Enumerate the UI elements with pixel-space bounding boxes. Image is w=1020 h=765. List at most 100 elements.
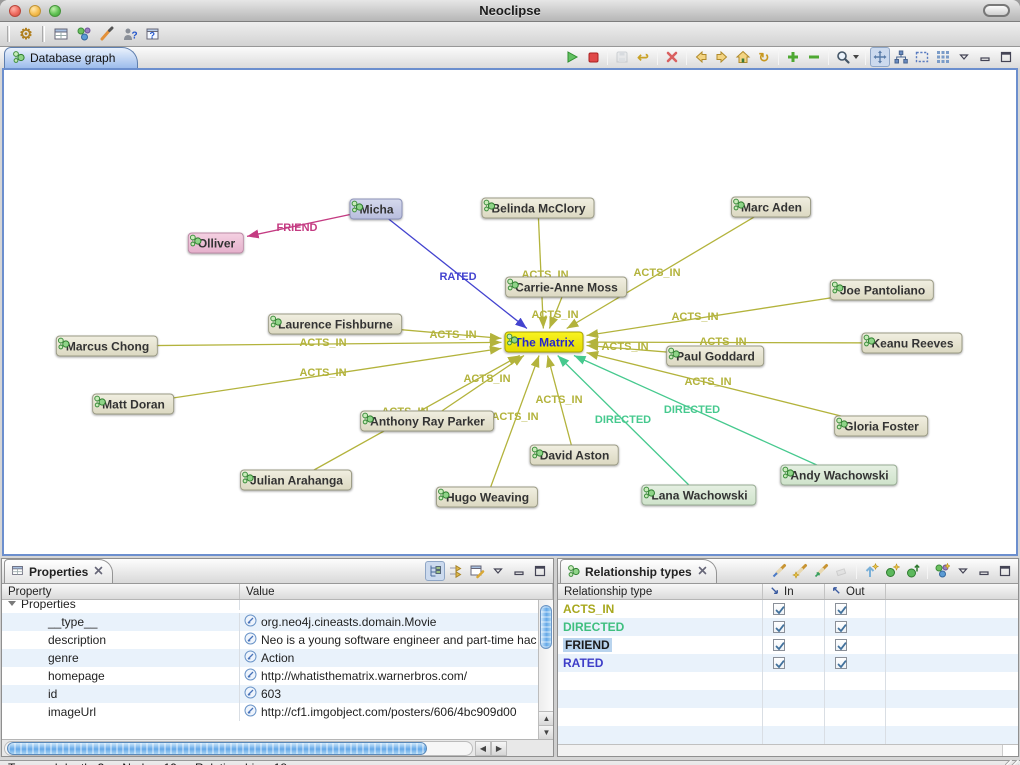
graph-node-julian[interactable]: Julian Arahanga: [240, 470, 352, 491]
graph-node-marcus[interactable]: Marcus Chong: [56, 336, 158, 357]
maximize-view-button[interactable]: [995, 561, 1015, 581]
tab-database-graph[interactable]: Database graph: [4, 47, 138, 68]
column-out[interactable]: Out: [825, 584, 886, 599]
titlebar[interactable]: Neoclipse: [0, 0, 1020, 22]
start-database-button[interactable]: [562, 47, 582, 67]
checkbox-out-RATED[interactable]: [835, 657, 847, 669]
new-relationship-type-button[interactable]: [932, 561, 952, 581]
dropdown-arrow-icon[interactable]: [853, 55, 859, 59]
revert-button[interactable]: ↩: [633, 47, 653, 67]
checkbox-in-DIRECTED[interactable]: [773, 621, 785, 633]
toolbar-handle[interactable]: [42, 26, 45, 42]
show-start-node-button[interactable]: [733, 47, 753, 67]
properties-vertical-scrollbar[interactable]: ▲ ▼: [538, 600, 553, 739]
scroll-right-button[interactable]: ▶: [491, 741, 507, 756]
checkbox-out-FRIEND[interactable]: [835, 639, 847, 651]
scroll-up-button[interactable]: ▲: [539, 711, 553, 725]
highlight-end-nodes-button[interactable]: [811, 561, 831, 581]
highlight-relationships-button[interactable]: [769, 561, 789, 581]
column-property[interactable]: Property: [2, 584, 240, 599]
minimize-view-button[interactable]: [975, 47, 995, 67]
checkbox-in-ACTS_IN[interactable]: [773, 603, 785, 615]
graph-node-carrie[interactable]: Carrie-Anne Moss: [505, 277, 627, 298]
close-icon[interactable]: [93, 565, 104, 579]
relationship-row-RATED[interactable]: RATED: [558, 654, 1018, 672]
resize-grip[interactable]: [1005, 760, 1019, 765]
stop-database-button[interactable]: [583, 47, 603, 67]
properties-view-button[interactable]: [51, 24, 71, 44]
increase-traversal-depth-button[interactable]: [783, 47, 803, 67]
property-row-id[interactable]: id603: [2, 685, 538, 703]
column-value[interactable]: Value: [240, 584, 553, 599]
maximize-view-button[interactable]: [530, 561, 550, 581]
graph-node-lana[interactable]: Lana Wachowski: [641, 485, 756, 506]
cheat-sheets-button[interactable]: ?: [143, 24, 163, 44]
scrollbar-thumb[interactable]: [7, 742, 427, 755]
tree-layout-button[interactable]: [891, 47, 911, 67]
view-menu-button[interactable]: [953, 561, 973, 581]
go-forward-button[interactable]: [712, 47, 732, 67]
decorate-button[interactable]: [97, 24, 117, 44]
toolbar-toggle-button[interactable]: [983, 4, 1010, 17]
checkbox-out-ACTS_IN[interactable]: [835, 603, 847, 615]
scroll-down-button[interactable]: ▼: [539, 725, 553, 739]
relationship-row-FRIEND[interactable]: FRIEND: [558, 636, 1018, 654]
graph-node-micha[interactable]: Micha: [349, 199, 402, 220]
column-in[interactable]: In: [763, 584, 825, 599]
relationship-row-ACTS_IN[interactable]: ACTS_IN: [558, 600, 1018, 618]
graph-node-gloria[interactable]: Gloria Foster: [834, 416, 928, 437]
property-row-homepage[interactable]: homepagehttp://whatisthematrix.warnerbro…: [2, 667, 538, 685]
categories-mode-button[interactable]: [425, 561, 445, 581]
graph-node-belinda[interactable]: Belinda McClory: [481, 198, 594, 219]
edit-properties-button[interactable]: [467, 561, 487, 581]
graph-canvas[interactable]: ACTS_INACTS_INACTS_INACTS_INACTS_INACTS_…: [4, 70, 1016, 554]
tab-properties[interactable]: Properties: [4, 559, 113, 583]
preferences-button[interactable]: ⚙: [16, 24, 36, 44]
graph-node-marc[interactable]: Marc Aden: [731, 197, 811, 218]
checkbox-in-FRIEND[interactable]: [773, 639, 785, 651]
move-mode-button[interactable]: [870, 47, 890, 67]
properties-horizontal-scrollbar[interactable]: ◀ ▶: [2, 739, 553, 756]
property-row-description[interactable]: descriptionNeo is a young software engin…: [2, 631, 538, 649]
graph-node-olliver[interactable]: Olliver: [188, 233, 244, 254]
scrollbar-thumb[interactable]: [540, 605, 552, 649]
delete-button[interactable]: [662, 47, 682, 67]
graph-node-matt[interactable]: Matt Doran: [92, 394, 174, 415]
graph-node-joe[interactable]: Joe Pantoliano: [830, 280, 934, 301]
checkbox-out-DIRECTED[interactable]: [835, 621, 847, 633]
follow-selection-button[interactable]: [446, 561, 466, 581]
relationship-row-DIRECTED[interactable]: DIRECTED: [558, 618, 1018, 636]
grid-layout-button[interactable]: [933, 47, 953, 67]
help-button[interactable]: ?: [120, 24, 140, 44]
property-row-genre[interactable]: genreAction: [2, 649, 538, 667]
add-incoming-relationship-button[interactable]: [861, 561, 881, 581]
add-end-node-button[interactable]: [903, 561, 923, 581]
checkbox-in-RATED[interactable]: [773, 657, 785, 669]
toolbar-handle[interactable]: [7, 26, 10, 42]
graph-node-keanu[interactable]: Keanu Reeves: [861, 333, 962, 354]
minimize-view-button[interactable]: [509, 561, 529, 581]
maximize-view-button[interactable]: [996, 47, 1016, 67]
property-row-__type__[interactable]: __type__org.neo4j.cineasts.domain.Movie: [2, 613, 538, 631]
save-button[interactable]: [612, 47, 632, 67]
graph-node-paul[interactable]: Paul Goddard: [666, 346, 764, 367]
clear-highlight-button[interactable]: [832, 561, 852, 581]
view-menu-button[interactable]: [954, 47, 974, 67]
scroll-left-button[interactable]: ◀: [475, 741, 491, 756]
zoom-button[interactable]: [833, 47, 861, 67]
tab-relationship-types[interactable]: Relationship types: [560, 559, 717, 583]
refresh-button[interactable]: ↻: [754, 47, 774, 67]
property-row-imageUrl[interactable]: imageUrlhttp://cf1.imgobject.com/posters…: [2, 703, 538, 721]
graph-node-david[interactable]: David Aston: [530, 445, 619, 466]
add-start-node-button[interactable]: [882, 561, 902, 581]
highlight-start-nodes-button[interactable]: [790, 561, 810, 581]
graph-view-button[interactable]: [74, 24, 94, 44]
graph-node-laurence[interactable]: Laurence Fishburne: [268, 314, 402, 335]
marquee-select-button[interactable]: [912, 47, 932, 67]
close-icon[interactable]: [697, 565, 708, 579]
graph-node-andy[interactable]: Andy Wachowski: [780, 465, 897, 486]
decrease-traversal-depth-button[interactable]: [804, 47, 824, 67]
view-menu-button[interactable]: [488, 561, 508, 581]
minimize-view-button[interactable]: [974, 561, 994, 581]
expand-triangle-icon[interactable]: [8, 601, 16, 606]
